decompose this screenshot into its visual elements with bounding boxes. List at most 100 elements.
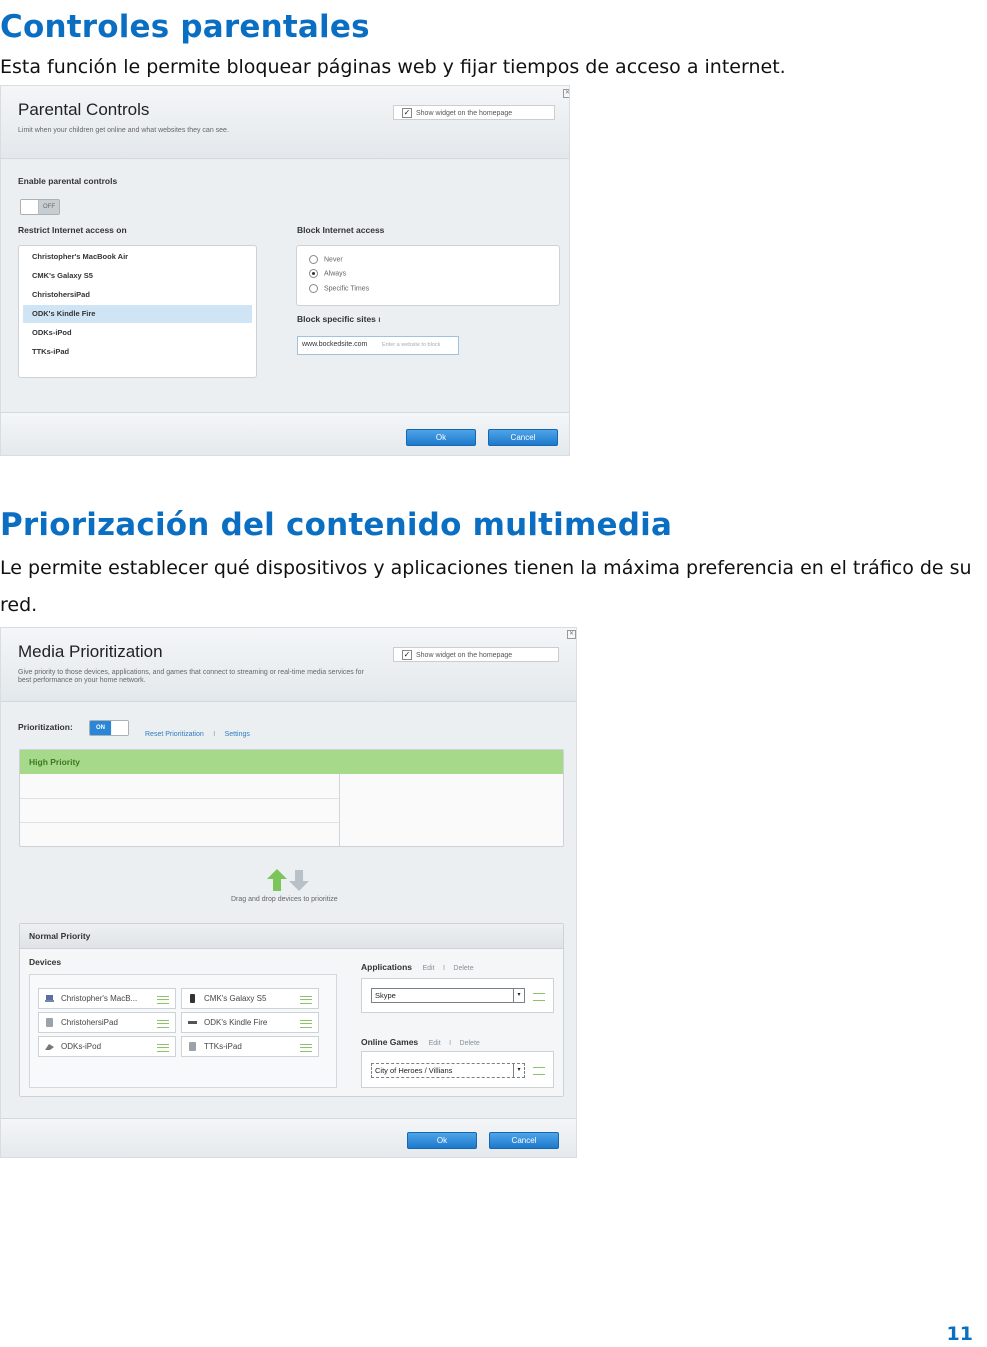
footer-band <box>1 412 569 455</box>
device-row[interactable]: Christopher's MacBook Air <box>23 248 252 266</box>
application-value: Skype <box>375 991 396 1000</box>
drag-handle-icon[interactable] <box>300 996 312 1004</box>
panel-title: Media Prioritization <box>18 642 163 661</box>
device-name: ODK's Kindle Fire <box>204 1018 268 1027</box>
show-widget-label: Show widget on the homepage <box>416 652 513 659</box>
cancel-button[interactable]: Cancel <box>489 1132 559 1149</box>
device-row[interactable]: ChristohersiPad <box>23 286 252 304</box>
device-row-selected[interactable]: ODK's Kindle Fire <box>23 305 252 323</box>
device-name: ODKs-iPod <box>61 1042 102 1051</box>
block-access-label: Block Internet access <box>297 225 385 235</box>
info-icon[interactable]: ı <box>378 314 380 324</box>
application-row: Skype ▾ <box>361 978 554 1013</box>
radio-never[interactable]: Never <box>309 255 343 264</box>
drag-handle-icon[interactable] <box>533 1067 545 1075</box>
column-divider <box>339 774 340 846</box>
radio-label: Never <box>324 256 343 264</box>
header-band <box>1 628 576 702</box>
online-games-label: Online Games <box>361 1037 419 1047</box>
drag-handle-icon[interactable] <box>300 1044 312 1052</box>
device-card[interactable]: Christopher's MacB... <box>38 988 176 1009</box>
applications-label: Applications <box>361 962 413 972</box>
reset-prioritization-link[interactable]: Reset Prioritization <box>145 731 204 738</box>
drag-handle-icon[interactable] <box>157 1020 169 1028</box>
block-options-box: Never Always Specific Times <box>296 245 560 306</box>
panel-title: Parental Controls <box>18 100 150 119</box>
site-placeholder: Enter a website to block <box>382 342 441 348</box>
parental-toggle[interactable]: OFF <box>20 199 60 215</box>
section-heading-parental: Controles parentales <box>0 9 370 45</box>
section-description-media: Le permite establecer qué dispositivos y… <box>0 557 972 616</box>
radio-label: Always <box>324 270 347 278</box>
tablet-icon <box>46 1018 53 1027</box>
laptop-icon <box>45 995 54 1002</box>
device-name: ChristohersiPad <box>61 1018 118 1027</box>
panel-subtitle: Give priority to those devices, applicat… <box>18 669 364 684</box>
toggle-knob <box>21 200 39 214</box>
radio-specific-times[interactable]: Specific Times <box>309 284 369 293</box>
show-widget-checkbox[interactable]: ✓ Show widget on the homepage <box>393 647 559 662</box>
ok-button[interactable]: Ok <box>406 429 476 446</box>
link-separator: I <box>213 731 216 738</box>
show-widget-label: Show widget on the homepage <box>416 110 513 117</box>
close-icon[interactable]: ✕ <box>563 89 569 98</box>
normal-priority-header <box>20 924 563 949</box>
device-row[interactable]: CMK's Galaxy S5 <box>23 267 252 285</box>
device-row[interactable]: TTKs-iPad <box>23 343 252 361</box>
chevron-down-icon: ▾ <box>513 989 524 1002</box>
block-site-field[interactable]: www.bockedsite.com Enter a website to bl… <box>297 336 459 355</box>
drag-handle-icon[interactable] <box>157 996 169 1004</box>
game-select[interactable]: City of Heroes / Villians ▾ <box>371 1063 525 1078</box>
radio-label: Specific Times <box>324 285 370 293</box>
drag-handle-icon[interactable] <box>157 1044 169 1052</box>
show-widget-checkbox[interactable]: ✓ Show widget on the homepage <box>393 105 555 120</box>
radio-icon <box>309 255 318 264</box>
device-card[interactable]: ChristohersiPad <box>38 1012 176 1033</box>
block-sites-text: Block specific sites <box>297 314 376 324</box>
toggle-knob <box>112 721 128 735</box>
game-row: City of Heroes / Villians ▾ <box>361 1051 554 1088</box>
high-priority-label: High Priority <box>29 757 81 767</box>
toggle-state: OFF <box>39 200 59 214</box>
devices-label: Devices <box>29 957 62 967</box>
application-select[interactable]: Skype ▾ <box>371 988 525 1003</box>
device-name: Christopher's MacB... <box>61 994 138 1003</box>
drag-handle-icon[interactable] <box>533 993 545 1001</box>
device-row[interactable]: ODKs-iPod <box>23 324 252 342</box>
close-icon[interactable]: ✕ <box>567 630 576 639</box>
high-priority-header <box>20 750 563 774</box>
ok-button[interactable]: Ok <box>407 1132 477 1149</box>
device-card[interactable]: TTKs-iPad <box>181 1036 319 1057</box>
checkmark-icon: ✓ <box>402 650 412 661</box>
page-number: 11 <box>946 1323 973 1345</box>
site-value: www.bockedsite.com <box>302 341 368 348</box>
online-games-header: Online Games Edit I Delete <box>361 1032 480 1050</box>
normal-priority-zone: Normal Priority Devices Applications Edi… <box>19 923 564 1097</box>
drag-handle-icon[interactable] <box>300 1020 312 1028</box>
enable-label: Enable parental controls <box>18 176 118 186</box>
link-separator: I <box>442 965 445 972</box>
applications-delete-link[interactable]: Delete <box>453 965 473 972</box>
section-description-parental: Esta función le permite bloquear páginas… <box>0 56 786 78</box>
prioritization-toggle[interactable]: ON <box>89 720 129 736</box>
device-card[interactable]: CMK's Galaxy S5 <box>181 988 319 1009</box>
device-card[interactable]: ODKs-iPod <box>38 1036 176 1057</box>
high-priority-zone[interactable]: High Priority <box>19 749 564 847</box>
row-divider <box>20 822 339 823</box>
phone-icon <box>190 994 195 1003</box>
radio-always[interactable]: Always <box>309 269 346 278</box>
prioritization-links: Reset Prioritization I Settings <box>145 723 250 741</box>
game-value: City of Heroes / Villians <box>375 1066 453 1075</box>
device-card[interactable]: ODK's Kindle Fire <box>181 1012 319 1033</box>
settings-link[interactable]: Settings <box>225 731 250 738</box>
checkmark-icon: ✓ <box>402 108 412 119</box>
row-divider <box>20 798 339 799</box>
games-edit-link[interactable]: Edit <box>429 1040 441 1047</box>
applications-edit-link[interactable]: Edit <box>422 965 434 972</box>
parental-controls-screenshot: Parental Controls Limit when your childr… <box>0 85 570 456</box>
games-delete-link[interactable]: Delete <box>460 1040 480 1047</box>
applications-header: Applications Edit I Delete <box>361 957 474 975</box>
toggle-state: ON <box>90 721 111 735</box>
header-band <box>1 86 569 159</box>
cancel-button[interactable]: Cancel <box>488 429 558 446</box>
